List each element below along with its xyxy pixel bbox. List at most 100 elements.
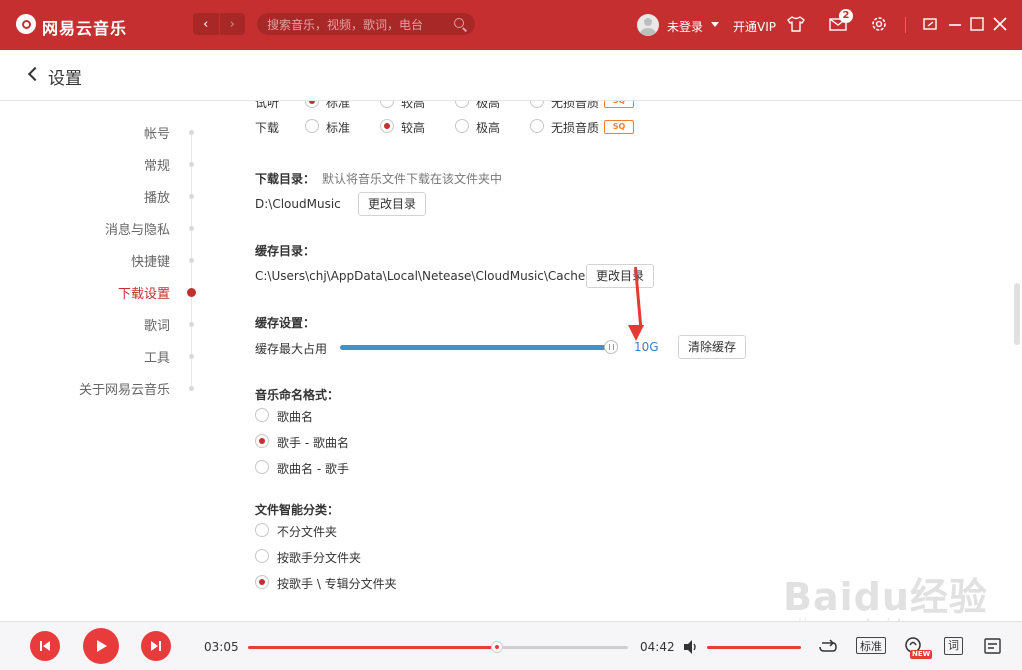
naming-song-artist-radio[interactable] — [255, 460, 269, 474]
naming-song-artist-label[interactable]: 歌曲名 - 歌手 — [277, 460, 349, 477]
download-dir-path: D:\CloudMusic — [255, 197, 341, 211]
lyrics-button[interactable]: 词 — [944, 637, 963, 655]
sq-badge: SQ — [604, 120, 634, 134]
download-higher-label[interactable]: 较高 — [401, 119, 425, 136]
sidebar-item-play[interactable]: 播放 — [144, 187, 170, 206]
app-title[interactable]: 网易云音乐 — [42, 15, 127, 39]
title-bar: 网易云音乐 ‹ › 未登录 开通VIP 2 — [0, 0, 1022, 50]
cache-settings-title: 缓存设置： — [255, 316, 316, 330]
preview-extreme-label: 极高 — [476, 101, 501, 110]
sidebar-dot — [189, 258, 194, 263]
search-input[interactable] — [265, 13, 449, 37]
watermark-main: Baidu经验 — [783, 575, 988, 619]
sidebar-dot — [189, 354, 194, 359]
vip-link[interactable]: 开通VIP — [733, 18, 776, 35]
classify-artist-radio[interactable] — [255, 549, 269, 563]
sidebar-item-privacy[interactable]: 消息与隐私 — [105, 219, 170, 238]
preview-standard-label: 标准 — [326, 101, 351, 110]
sidebar-item-account[interactable]: 帐号 — [144, 123, 170, 142]
classify-artist-label[interactable]: 按歌手分文件夹 — [277, 549, 361, 566]
cache-size-value: 10G — [634, 340, 659, 354]
minimize-icon[interactable] — [945, 14, 965, 34]
loop-mode-icon[interactable] — [818, 638, 838, 656]
preview-extreme-radio[interactable] — [455, 101, 469, 108]
maximize-icon[interactable] — [967, 14, 987, 34]
total-time: 04:42 — [640, 640, 675, 654]
classify-title: 文件智能分类： — [255, 503, 340, 517]
cache-size-slider-track[interactable] — [340, 345, 612, 350]
cache-dir-path: C:\Users\chj\AppData\Local\Netease\Cloud… — [255, 269, 586, 283]
download-quality-label: 下载 — [255, 121, 280, 135]
mini-mode-icon[interactable] — [920, 14, 940, 34]
sidebar-dot — [189, 194, 194, 199]
settings-content: 帐号 常规 播放 消息与隐私 快捷键 下载设置 歌词 工具 关于网易云音乐 试听… — [0, 101, 1022, 621]
progress-knob[interactable] — [491, 641, 504, 653]
back-button[interactable]: ‹ — [193, 13, 219, 35]
previous-track-button[interactable] — [30, 631, 60, 661]
volume-slider[interactable] — [707, 646, 801, 649]
search-icon[interactable] — [454, 18, 464, 28]
naming-artist-song-radio[interactable] — [255, 434, 269, 448]
download-lossless-label[interactable]: 无损音质 — [551, 119, 599, 136]
change-download-dir-button[interactable]: 更改目录 — [358, 192, 427, 216]
naming-artist-song-label[interactable]: 歌手 - 歌曲名 — [277, 434, 349, 451]
play-button[interactable] — [83, 628, 119, 664]
volume-fill — [707, 646, 801, 649]
sidebar-item-download[interactable]: 下载设置 — [118, 283, 170, 302]
forward-button[interactable]: › — [218, 13, 246, 35]
sidebar-item-shortcuts[interactable]: 快捷键 — [131, 251, 170, 270]
content-scrollbar[interactable] — [1014, 283, 1020, 345]
sidebar-dot — [189, 162, 194, 167]
volume-icon[interactable] — [682, 638, 700, 656]
sq-badge: SQ — [604, 101, 634, 108]
divider — [905, 17, 906, 33]
history-nav: ‹ › — [193, 13, 245, 35]
skin-icon[interactable] — [786, 14, 806, 34]
next-track-button[interactable] — [141, 631, 171, 661]
preview-lossless-radio[interactable] — [530, 101, 544, 108]
cache-size-slider-thumb[interactable] — [604, 340, 618, 354]
download-dir-title: 下载目录： — [255, 172, 316, 186]
download-lossless-radio[interactable] — [530, 119, 544, 133]
classify-artist-album-label[interactable]: 按歌手 \ 专辑分文件夹 — [277, 575, 397, 592]
preview-standard-radio[interactable] — [305, 101, 319, 108]
quality-button[interactable]: 标准 — [856, 637, 886, 654]
avatar[interactable] — [637, 14, 659, 36]
netease-logo-icon[interactable] — [16, 14, 36, 34]
mail-count-badge: 2 — [839, 9, 853, 23]
download-extreme-label[interactable]: 极高 — [476, 119, 500, 136]
sidebar-dot — [189, 386, 194, 391]
naming-format-title: 音乐命名格式： — [255, 388, 340, 402]
cache-dir-title: 缓存目录： — [255, 244, 316, 258]
sidebar-dot — [189, 130, 194, 135]
progress-bar[interactable] — [248, 641, 628, 653]
sidebar-dot — [189, 226, 194, 231]
skip-forward-icon — [151, 641, 161, 651]
classify-none-label[interactable]: 不分文件夹 — [277, 523, 337, 540]
sidebar-item-tools[interactable]: 工具 — [144, 347, 170, 366]
chevron-down-icon[interactable] — [711, 22, 719, 27]
login-link[interactable]: 未登录 — [667, 18, 703, 35]
settings-icon[interactable] — [869, 14, 889, 34]
cache-max-label: 缓存最大占用 — [255, 342, 328, 356]
change-cache-dir-button[interactable]: 更改目录 — [586, 264, 655, 288]
naming-song-label[interactable]: 歌曲名 — [277, 408, 313, 425]
preview-quality-label: 试听 — [255, 101, 280, 110]
playlist-icon[interactable] — [983, 636, 1003, 656]
naming-song-radio[interactable] — [255, 408, 269, 422]
download-extreme-radio[interactable] — [455, 119, 469, 133]
preview-higher-radio[interactable] — [380, 101, 394, 108]
sidebar-item-about[interactable]: 关于网易云音乐 — [79, 379, 170, 398]
clear-cache-button[interactable]: 清除缓存 — [678, 335, 747, 359]
classify-artist-album-radio[interactable] — [255, 575, 269, 589]
download-higher-radio[interactable] — [380, 119, 394, 133]
download-standard-label[interactable]: 标准 — [326, 119, 350, 136]
sidebar-item-general[interactable]: 常规 — [144, 155, 170, 174]
annotation-arrow-head — [628, 325, 644, 341]
sidebar-item-lyrics[interactable]: 歌词 — [144, 315, 170, 334]
classify-none-radio[interactable] — [255, 523, 269, 537]
sidebar-dot — [189, 322, 194, 327]
download-standard-radio[interactable] — [305, 119, 319, 133]
close-icon[interactable] — [990, 14, 1010, 34]
new-badge: NEW — [910, 650, 933, 659]
